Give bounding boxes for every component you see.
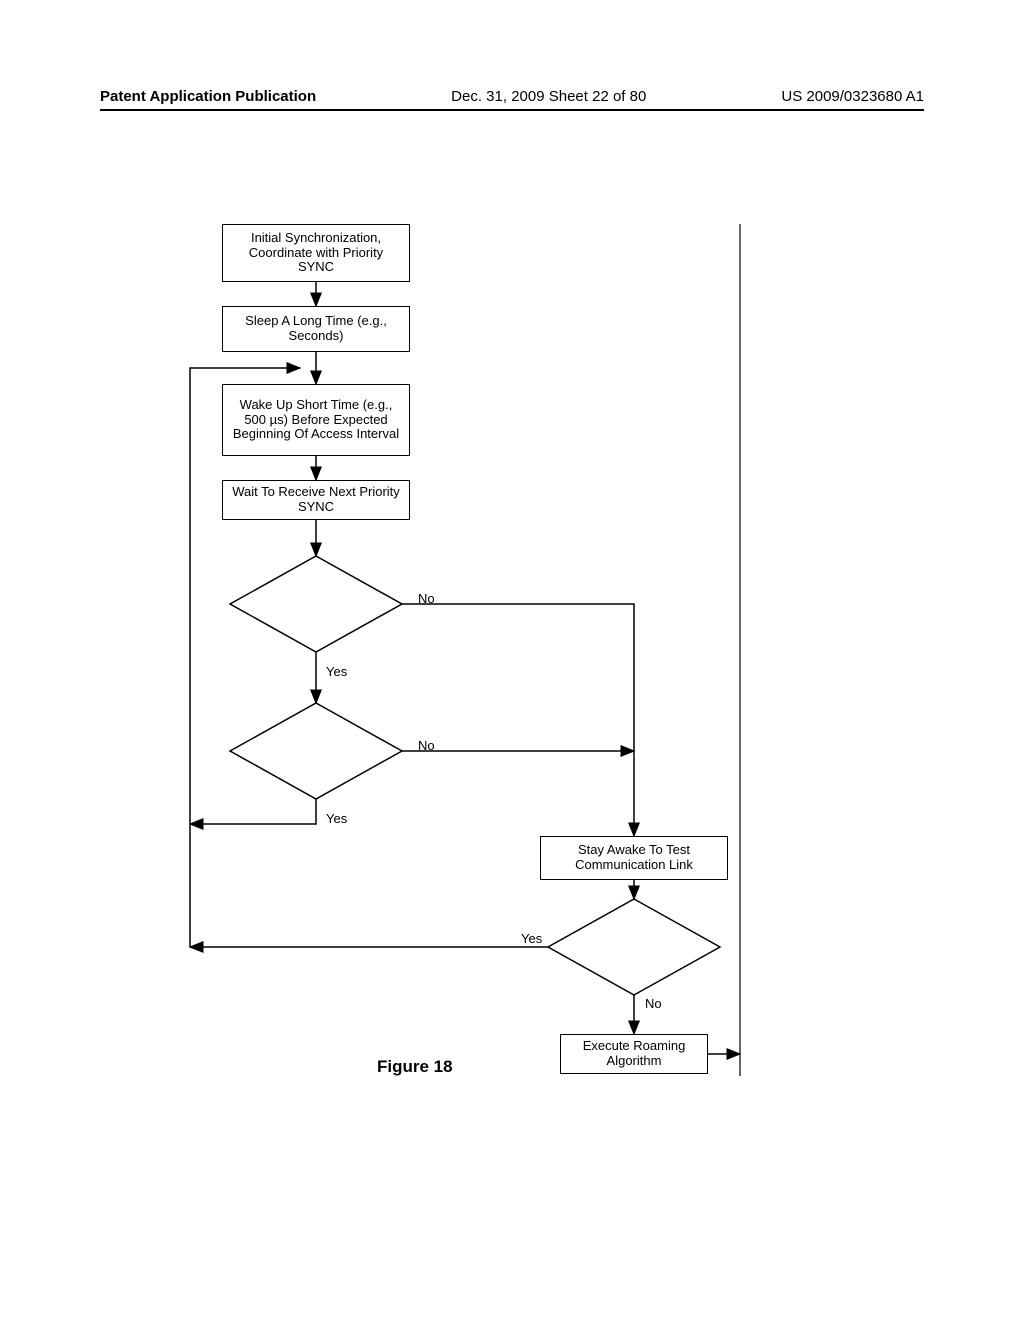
- flowchart-svg: [0, 0, 1024, 1320]
- decision-link-acceptable-2: [548, 899, 720, 995]
- decision-sync-received: [230, 556, 402, 652]
- decision-link-acceptable-1: [230, 703, 402, 799]
